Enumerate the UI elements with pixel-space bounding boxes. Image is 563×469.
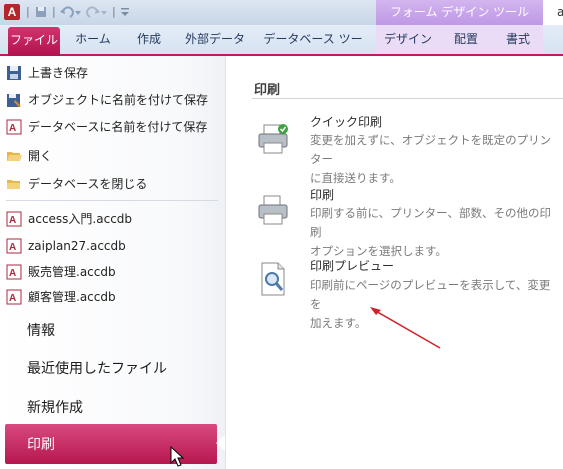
tab-design[interactable]: デザイン bbox=[380, 27, 436, 51]
form-design-tools-header: フォーム デザイン ツール bbox=[376, 0, 543, 25]
qat-separator: | bbox=[26, 5, 30, 18]
close-database-icon bbox=[7, 180, 20, 189]
undo-icon[interactable] bbox=[60, 5, 82, 19]
save-object-as-command[interactable]: オブジェクトに名前を付けて保存 bbox=[28, 91, 208, 109]
recent-file[interactable]: 顧客管理.accdb bbox=[28, 288, 116, 306]
section-print-label: 印刷 bbox=[27, 437, 55, 453]
window-title-cut: a bbox=[543, 0, 563, 25]
tab-external-data[interactable]: 外部データ bbox=[180, 27, 250, 51]
section-info[interactable]: 情報 bbox=[27, 320, 55, 340]
svg-text:A: A bbox=[9, 268, 16, 279]
recent-file[interactable]: 販売管理.accdb bbox=[28, 263, 116, 281]
qat-separator: | bbox=[52, 5, 56, 18]
svg-text:A: A bbox=[9, 242, 16, 253]
redo-icon[interactable] bbox=[86, 5, 108, 19]
print-desc-line: 印刷する前に、プリンター、部数、その他の印刷 bbox=[310, 206, 552, 239]
close-database-command[interactable]: データベースを閉じる bbox=[28, 175, 147, 193]
tab-database-tools[interactable]: データベース ツール bbox=[258, 27, 368, 70]
save-command[interactable]: 上書き保存 bbox=[28, 64, 88, 82]
tab-file[interactable]: ファイル bbox=[8, 27, 60, 56]
mouse-cursor-icon bbox=[170, 446, 185, 467]
tab-arrange[interactable]: 配置 bbox=[444, 27, 488, 51]
access-app-icon[interactable]: A bbox=[4, 4, 20, 20]
open-folder-icon bbox=[7, 152, 22, 161]
recent-file[interactable]: zaiplan27.accdb bbox=[28, 237, 126, 255]
save-icon bbox=[7, 66, 21, 80]
save-database-as-command[interactable]: データベースに名前を付けて保存 bbox=[28, 118, 207, 136]
svg-text:A: A bbox=[9, 293, 16, 304]
open-command[interactable]: 開く bbox=[28, 147, 52, 165]
print-preview-title[interactable]: 印刷プレビュー bbox=[310, 257, 394, 274]
print-panel-title: 印刷 bbox=[254, 83, 281, 98]
recent-file[interactable]: access入門.accdb bbox=[28, 210, 132, 228]
print-preview-icon[interactable] bbox=[256, 261, 290, 297]
qat-separator: | bbox=[112, 5, 116, 18]
section-recent[interactable]: 最近使用したファイル bbox=[27, 358, 167, 378]
section-new[interactable]: 新規作成 bbox=[27, 397, 83, 417]
print-desc: 印刷する前に、プリンター、部数、その他の印刷 オプションを選択します。 bbox=[310, 204, 560, 261]
quick-print-title[interactable]: クイック印刷 bbox=[310, 113, 382, 130]
tab-format[interactable]: 書式 bbox=[496, 27, 540, 51]
quick-print-desc-line: 変更を加えずに、オブジェクトを既定のプリンター bbox=[310, 133, 552, 166]
save-object-as-icon bbox=[7, 94, 21, 107]
quick-print-desc-line: に直接送ります。 bbox=[310, 171, 401, 185]
print-title[interactable]: 印刷 bbox=[310, 186, 334, 203]
access-database-icon: A bbox=[6, 264, 22, 280]
access-database-icon: A bbox=[6, 119, 22, 135]
quick-print-desc: 変更を加えずに、オブジェクトを既定のプリンター に直接送ります。 bbox=[310, 131, 560, 188]
save-icon[interactable] bbox=[35, 6, 47, 18]
menu-separator bbox=[6, 200, 218, 201]
tab-home[interactable]: ホーム bbox=[68, 27, 118, 51]
access-database-icon: A bbox=[6, 238, 22, 254]
customize-qat-icon[interactable] bbox=[120, 6, 130, 18]
annotation-arrow-icon bbox=[370, 307, 441, 349]
print-panel-rule bbox=[252, 98, 563, 99]
access-database-icon: A bbox=[6, 289, 22, 305]
print-icon[interactable] bbox=[256, 192, 290, 228]
svg-text:A: A bbox=[9, 123, 16, 134]
tab-create[interactable]: 作成 bbox=[126, 27, 172, 51]
quick-print-icon[interactable] bbox=[256, 121, 290, 157]
selection-pointer bbox=[216, 435, 225, 451]
access-database-icon: A bbox=[6, 211, 22, 227]
svg-text:A: A bbox=[9, 215, 16, 226]
